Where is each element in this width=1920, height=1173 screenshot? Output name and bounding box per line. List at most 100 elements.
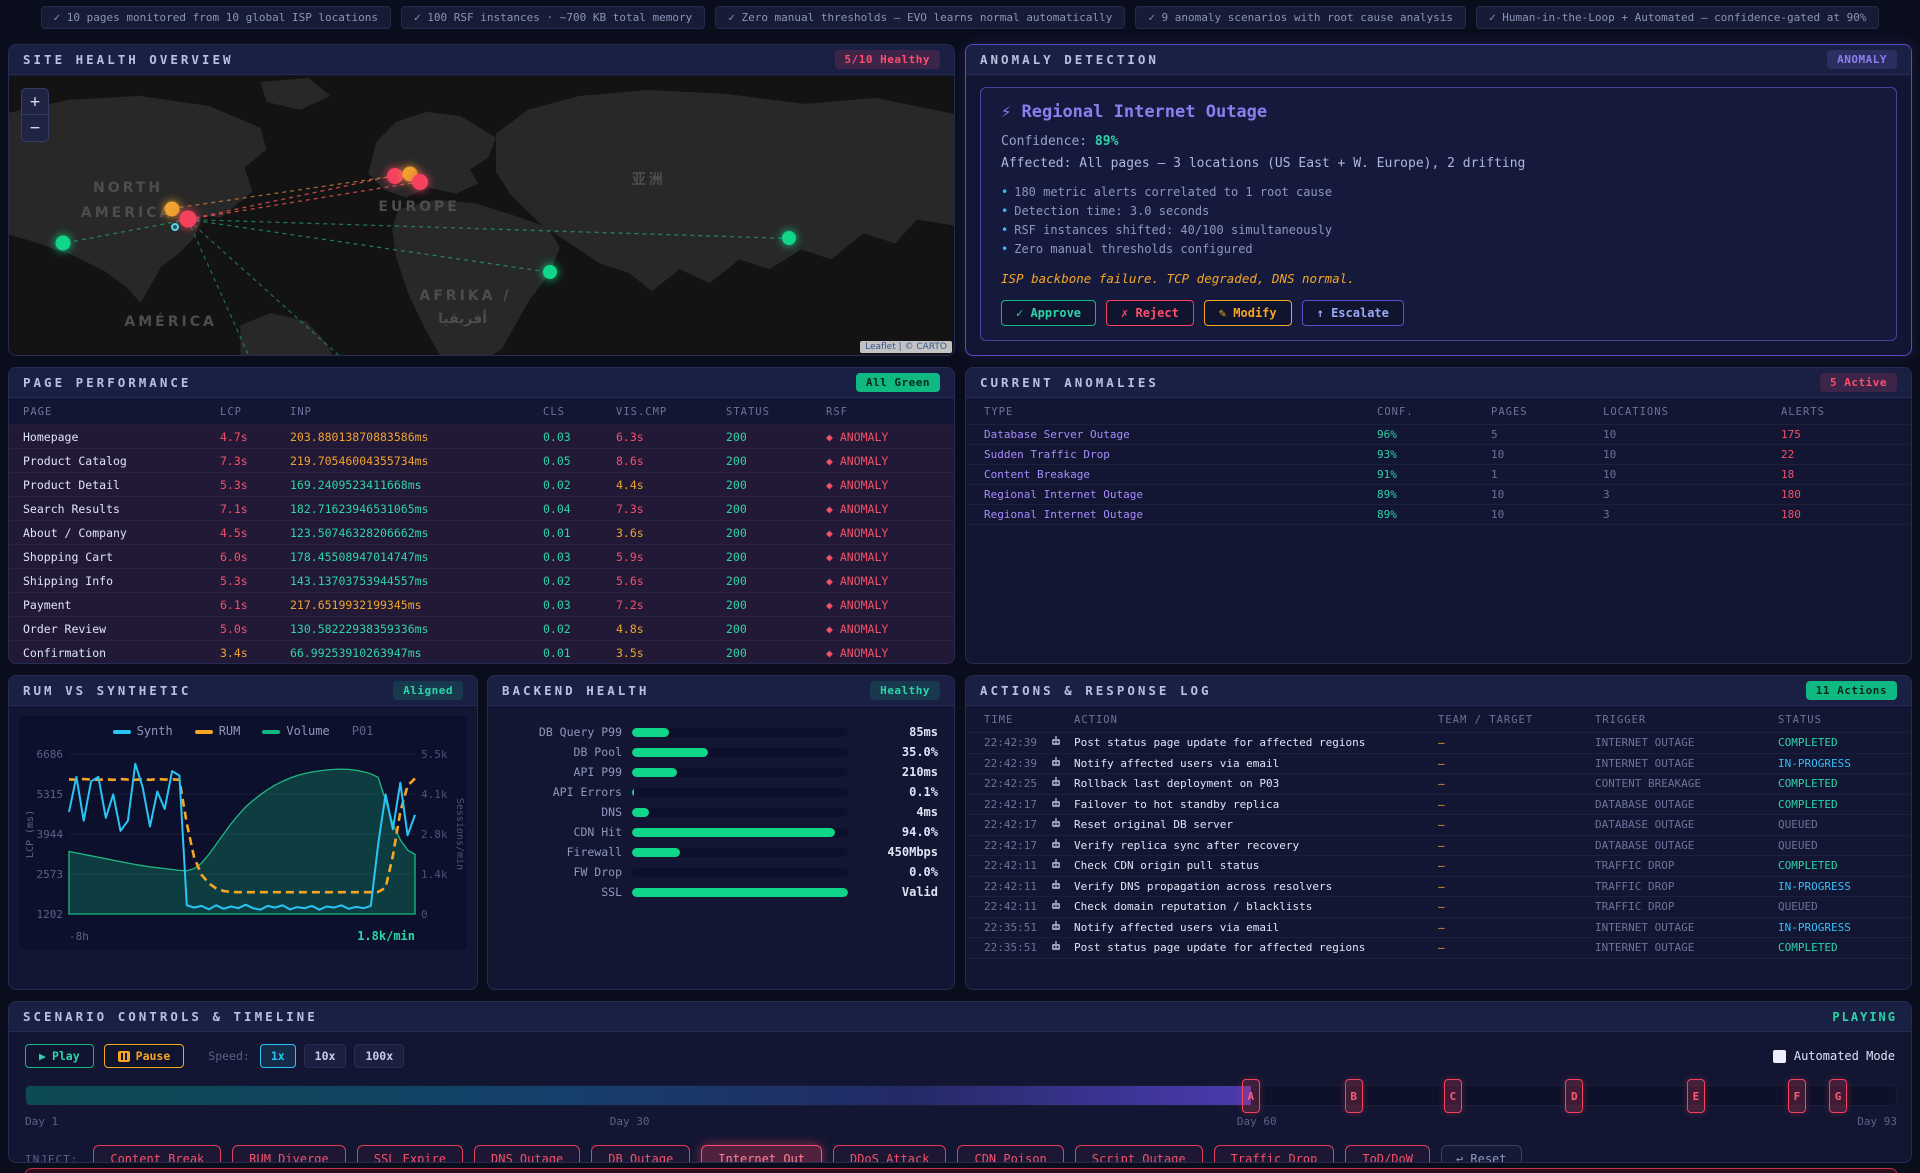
map-marker-europe-down-1[interactable] (387, 168, 403, 184)
speed-button-1x[interactable]: 1x (260, 1044, 296, 1068)
timeline-marker-g[interactable]: G (1829, 1079, 1847, 1113)
metric-bar-fill (632, 768, 677, 777)
world-map[interactable]: NORTHAMERICAEUROPEAMÉRICAAFRIKA /أفريقيا… (9, 76, 954, 355)
robot-icon (1050, 838, 1074, 853)
anomaly-detection-panel: ANOMALY DETECTION ANOMALY ⚡ Regional Int… (965, 44, 1912, 356)
escalate-button[interactable]: ↑ Escalate (1302, 300, 1404, 326)
table-row: Database Server Outage96%510175 (966, 425, 1911, 445)
inject-button-script-outage[interactable]: Script Outage (1075, 1145, 1203, 1163)
map-region-label: أفريقيا (438, 311, 487, 327)
play-label: Play (52, 1049, 80, 1063)
backend-metric-row: DNS4ms (504, 802, 938, 822)
pause-button[interactable]: Pause (104, 1044, 185, 1068)
confidence-label: Confidence: (1001, 134, 1087, 149)
reset-button[interactable]: ↩ Reset (1441, 1145, 1522, 1163)
map-marker-us-east-down[interactable] (179, 211, 196, 228)
next-panel-edge (24, 1168, 1898, 1173)
inject-button-ssl-expire[interactable]: SSL Expire (357, 1145, 463, 1163)
zoom-in-button[interactable]: + (22, 89, 48, 115)
timeline-progress (26, 1086, 1251, 1105)
svg-text:2.8k: 2.8k (421, 828, 448, 841)
inject-button-rum-diverge[interactable]: RUM Diverge (232, 1145, 345, 1163)
map-marker-middle-east-healthy[interactable] (543, 265, 557, 279)
backend-metric-row: DB Pool35.0% (504, 742, 938, 762)
automated-mode-label: Automated Mode (1794, 1049, 1895, 1063)
rum-synthetic-chart: SynthRUMVolumeP01 1202257339445315668601… (19, 716, 467, 950)
anomaly-detection-header: ANOMALY DETECTION ANOMALY (966, 45, 1911, 75)
inject-button-db-outage[interactable]: DB Outage (591, 1145, 690, 1163)
status-chip: ✓ 9 anomaly scenarios with root cause an… (1135, 6, 1466, 29)
rum-synthetic-header: RUM VS SYNTHETIC Aligned (9, 676, 477, 706)
inject-button-ddos-attack[interactable]: DDoS Attack (833, 1145, 946, 1163)
anomaly-card: ⚡ Regional Internet Outage Confidence: 8… (980, 87, 1897, 341)
svg-text:1202: 1202 (37, 908, 64, 921)
map-marker-us-east-drifting[interactable] (164, 201, 179, 216)
anomaly-bullet: •Detection time: 3.0 seconds (1001, 202, 1876, 221)
pause-label: Pause (136, 1049, 171, 1063)
legend-item-rum: RUM (195, 724, 241, 738)
inject-button-internet-out[interactable]: Internet Out (701, 1145, 822, 1163)
chart-plot-area: 1202257339445315668601.4k2.8k4.1k5.5kLCP… (19, 742, 467, 948)
timeline-marker-a[interactable]: A (1242, 1079, 1260, 1113)
map-marker-us-east-probe[interactable] (171, 223, 179, 231)
svg-text:0: 0 (421, 908, 428, 921)
anomaly-bullet: •180 metric alerts correlated to 1 root … (1001, 183, 1876, 202)
panel-title: ACTIONS & RESPONSE LOG (980, 683, 1212, 698)
map-attribution[interactable]: Leaflet | © CARTO (860, 341, 952, 353)
metric-value: 85ms (858, 725, 938, 739)
map-region-label: EUROPE (378, 199, 459, 215)
approve-button[interactable]: ✓ Approve (1001, 300, 1096, 326)
inject-button-cdn-poison[interactable]: CDN Poison (957, 1145, 1063, 1163)
svg-text:Sessions/min: Sessions/min (454, 798, 465, 870)
legend-item-volume: Volume (262, 724, 329, 738)
inject-button-dns-outage[interactable]: DNS Outage (474, 1145, 580, 1163)
zoom-out-button[interactable]: − (22, 115, 48, 141)
actions-count-badge: 11 Actions (1806, 681, 1897, 700)
svg-text:LCP (ms): LCP (ms) (25, 810, 36, 858)
metric-bar-track (632, 748, 848, 757)
table-row: Sudden Traffic Drop93%101022 (966, 445, 1911, 465)
table-row: 22:42:11Verify DNS propagation across re… (966, 877, 1911, 898)
reject-button[interactable]: ✗ Reject (1106, 300, 1194, 326)
timeline-marker-b[interactable]: B (1345, 1079, 1363, 1113)
timeline-day-labels: Day 1Day 30Day 60Day 93 (25, 1115, 1897, 1129)
inject-button-content-break[interactable]: Content Break (93, 1145, 221, 1163)
table-row: Product Catalog7.3s219.70546004355734ms0… (9, 449, 954, 473)
timeline-marker-d[interactable]: D (1565, 1079, 1583, 1113)
robot-icon (1050, 797, 1074, 812)
timeline-marker-c[interactable]: C (1444, 1079, 1462, 1113)
robot-icon (1050, 899, 1074, 914)
inject-button-tod-dow[interactable]: ToD/DoW (1345, 1145, 1430, 1163)
map-region-label: AFRIKA / (419, 288, 511, 304)
site-health-panel: SITE HEALTH OVERVIEW 5/10 Healthy (8, 44, 955, 356)
modify-button[interactable]: ✎ Modify (1204, 300, 1292, 326)
map-zoom-control: + − (21, 88, 49, 142)
metric-bar-fill (632, 728, 669, 737)
panel-title: CURRENT ANOMALIES (980, 375, 1159, 390)
timeline-marker-f[interactable]: F (1788, 1079, 1806, 1113)
map-marker-asia-east-healthy[interactable] (782, 231, 796, 245)
table-row: Product Detail5.3s169.2409523411668ms0.0… (9, 473, 954, 497)
map-marker-europe-down-2[interactable] (412, 174, 428, 190)
scenario-timeline[interactable]: ABCDEFG (25, 1085, 1897, 1106)
automated-mode-toggle[interactable]: Automated Mode (1773, 1049, 1895, 1063)
map-marker-us-west-healthy[interactable] (55, 236, 70, 251)
metric-value: 210ms (858, 765, 938, 779)
backend-metric-row: FW Drop0.0% (504, 862, 938, 882)
scenario-controls-header: SCENARIO CONTROLS & TIMELINE PLAYING (9, 1002, 1911, 1032)
inject-button-traffic-drop[interactable]: Traffic Drop (1214, 1145, 1335, 1163)
speed-button-10x[interactable]: 10x (304, 1044, 347, 1068)
automated-mode-checkbox[interactable] (1773, 1050, 1786, 1063)
speed-button-100x[interactable]: 100x (354, 1044, 404, 1068)
status-chip: ✓ Human-in-the-Loop + Automated — confid… (1476, 6, 1880, 29)
panel-title: PAGE PERFORMANCE (23, 375, 191, 390)
current-anomalies-panel: CURRENT ANOMALIES 5 Active TYPECONF.PAGE… (965, 367, 1912, 664)
backend-metric-row: Firewall450Mbps (504, 842, 938, 862)
backend-metric-row: DB Query P9985ms (504, 722, 938, 742)
table-row: 22:35:51Notify affected users via email–… (966, 918, 1911, 939)
backend-health-panel: BACKEND HEALTH Healthy DB Query P9985msD… (487, 675, 955, 990)
table-row: 22:42:17Failover to hot standby replica–… (966, 795, 1911, 816)
backend-metric-row: CDN Hit94.0% (504, 822, 938, 842)
play-button[interactable]: ▶ Play (25, 1044, 94, 1068)
timeline-marker-e[interactable]: E (1687, 1079, 1705, 1113)
